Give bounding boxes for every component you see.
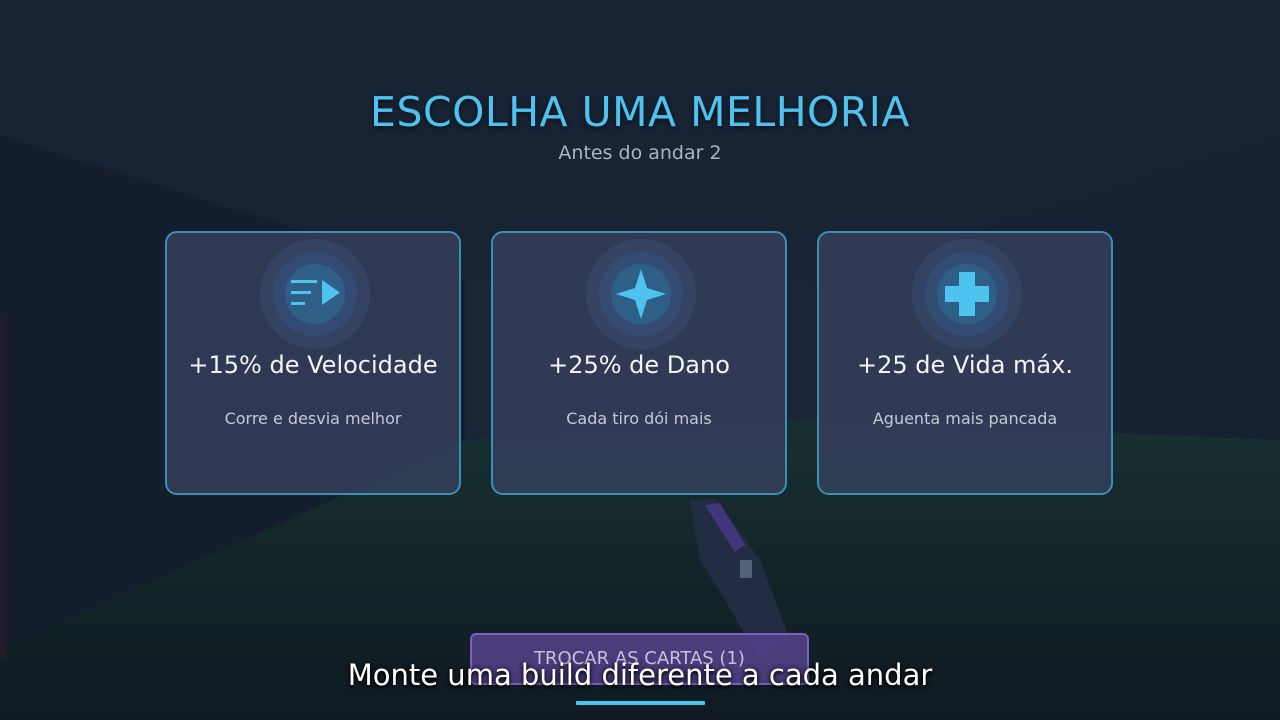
card-title: +15% de Velocidade: [188, 351, 438, 379]
page-subtitle: Antes do andar 2: [558, 142, 722, 164]
upgrade-card-speed[interactable]: +15% de Velocidade Corre e desvia melhor: [165, 231, 461, 495]
upgrade-card-damage[interactable]: +25% de Dano Cada tiro dói mais: [491, 231, 787, 495]
card-title: +25% de Dano: [548, 351, 730, 379]
upgrade-card-health[interactable]: +25 de Vida máx. Aguenta mais pancada: [817, 231, 1113, 495]
subtitle-caption: Monte uma build diferente a cada andar: [347, 658, 933, 692]
speed-arrow-icon: [260, 239, 370, 349]
health-cross-icon: [912, 239, 1022, 349]
page-title: ESCOLHA UMA MELHORIA: [370, 88, 910, 136]
card-description: Corre e desvia melhor: [224, 409, 402, 428]
card-description: Aguenta mais pancada: [872, 409, 1058, 428]
card-description: Cada tiro dói mais: [566, 409, 712, 428]
damage-star-icon: [586, 239, 696, 349]
caption-underline: [576, 701, 705, 705]
card-title: +25 de Vida máx.: [857, 351, 1073, 379]
